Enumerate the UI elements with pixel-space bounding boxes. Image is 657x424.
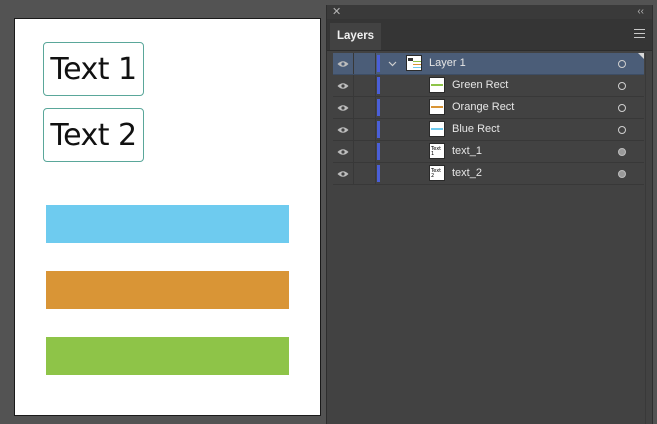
- selection-corner-icon: [638, 53, 644, 59]
- layer-row-text-2[interactable]: Text 2 text_2: [333, 163, 644, 185]
- layer-row-text-1[interactable]: Text 1 text_1: [333, 141, 644, 163]
- layers-panel: ✕ ‹‹ Layers Layer 1 Green Rect Orange Re…: [326, 5, 653, 424]
- target-circle-icon[interactable]: [612, 97, 632, 118]
- eye-icon[interactable]: [333, 97, 354, 118]
- layer-row-layer-1[interactable]: Layer 1: [333, 53, 644, 75]
- layer-color-bar: [377, 165, 380, 182]
- layer-color-bar: [377, 99, 380, 116]
- layer-thumbnail-icon: [406, 55, 422, 71]
- panel-scroll-edge: [645, 53, 646, 424]
- lock-toggle[interactable]: [354, 53, 376, 74]
- target-circle-icon[interactable]: [612, 75, 632, 96]
- layer-color-bar: [377, 55, 380, 72]
- layer-label: text_2: [452, 167, 482, 179]
- layer-row-blue-rect[interactable]: Blue Rect: [333, 119, 644, 141]
- lock-toggle[interactable]: [354, 119, 376, 140]
- text-1-thumbnail-icon: Text 1: [429, 143, 445, 159]
- orange-rect-thumbnail-icon: [429, 99, 445, 115]
- blue-rect-thumbnail-icon: [429, 121, 445, 137]
- target-circle-icon[interactable]: [612, 119, 632, 140]
- tab-layers[interactable]: Layers: [330, 23, 382, 50]
- thumb-text: Text 1: [431, 146, 442, 157]
- eye-icon[interactable]: [333, 75, 354, 96]
- close-icon[interactable]: ✕: [332, 5, 341, 19]
- lock-toggle[interactable]: [354, 141, 376, 162]
- layer-row-orange-rect[interactable]: Orange Rect: [333, 97, 644, 119]
- layer-label: text_1: [452, 145, 482, 157]
- eye-icon[interactable]: [333, 141, 354, 162]
- panel-header-strip: ✕ ‹‹: [327, 5, 652, 19]
- layer-color-bar: [377, 77, 380, 94]
- layer-color-bar: [377, 143, 380, 160]
- text-frame-2[interactable]: Text 2: [43, 108, 144, 162]
- collapse-panel-icon[interactable]: ‹‹: [637, 5, 644, 19]
- layer-label: Green Rect: [452, 79, 509, 91]
- lock-toggle[interactable]: [354, 97, 376, 118]
- chevron-down-icon[interactable]: [387, 58, 398, 69]
- artboard[interactable]: Text 1 Text 2: [14, 18, 321, 416]
- thumb-text: Text 2: [431, 168, 442, 179]
- eye-icon[interactable]: [333, 53, 354, 74]
- target-circle-icon[interactable]: [612, 53, 632, 74]
- green-rect-thumbnail-icon: [429, 77, 445, 93]
- target-circle-icon[interactable]: [612, 141, 632, 162]
- layer-label: Orange Rect: [452, 101, 515, 113]
- layer-label: Layer 1: [429, 57, 466, 69]
- text-frame-1[interactable]: Text 1: [43, 42, 144, 96]
- text-frame-2-content: Text 2: [50, 117, 137, 153]
- layers-list: Layer 1 Green Rect Orange Rect Blue Rect…: [333, 53, 644, 185]
- hamburger-menu-icon[interactable]: [634, 29, 645, 38]
- panel-tab-bar: Layers: [327, 19, 652, 51]
- eye-icon[interactable]: [333, 119, 354, 140]
- layer-row-green-rect[interactable]: Green Rect: [333, 75, 644, 97]
- lock-toggle[interactable]: [354, 163, 376, 184]
- layer-color-bar: [377, 121, 380, 138]
- lock-toggle[interactable]: [354, 75, 376, 96]
- green-rect[interactable]: [46, 337, 289, 375]
- target-circle-icon[interactable]: [612, 163, 632, 184]
- layer-label: Blue Rect: [452, 123, 500, 135]
- text-frame-1-content: Text 1: [50, 51, 137, 87]
- eye-icon[interactable]: [333, 163, 354, 184]
- blue-rect[interactable]: [46, 205, 289, 243]
- orange-rect[interactable]: [46, 271, 289, 309]
- text-2-thumbnail-icon: Text 2: [429, 165, 445, 181]
